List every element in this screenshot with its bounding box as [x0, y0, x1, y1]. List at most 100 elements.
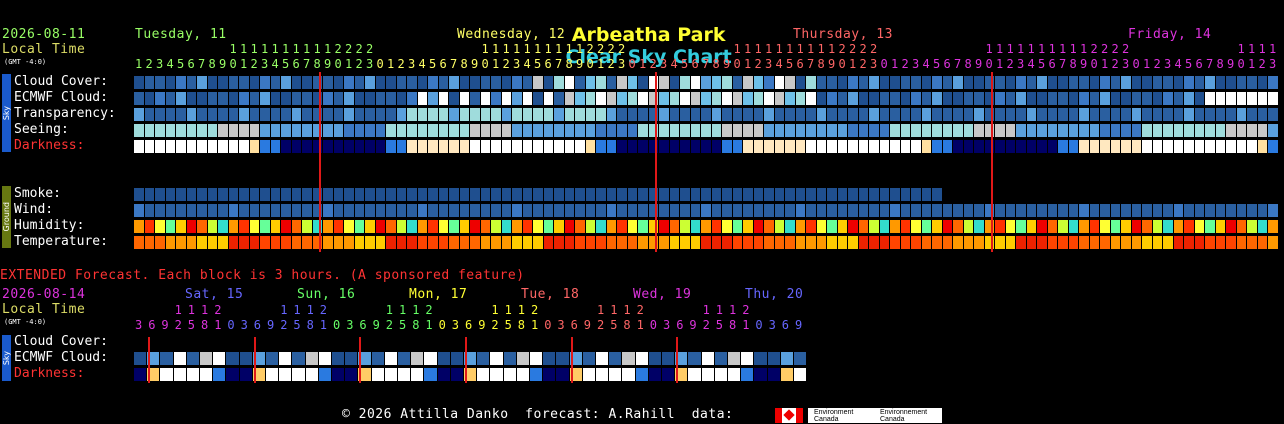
ext-sky-tab[interactable]: Sky: [2, 335, 11, 381]
temperature-cell: [1037, 236, 1047, 249]
darkness-cell: [900, 140, 910, 153]
ecmwf-cloud-cell: [1226, 92, 1236, 105]
darkness-cell: [459, 140, 469, 153]
darkness-cell: [260, 140, 270, 153]
ecmwf-cloud-cell: [1121, 92, 1131, 105]
humidity-cell: [501, 220, 511, 233]
temperature-cell: [396, 236, 406, 249]
humidity-cell: [249, 220, 259, 233]
temperature-cell: [1184, 236, 1194, 249]
temperature-cell: [480, 236, 490, 249]
hour-ones-digit: 9: [1080, 57, 1088, 71]
ext-hour-ones-digit: 8: [623, 318, 632, 332]
temperature-cell: [827, 236, 837, 249]
humidity-cell: [512, 220, 522, 233]
ext-darkness-cell: [226, 368, 239, 381]
ext-darkness-cell: [794, 368, 807, 381]
hour-ones-digit: 7: [303, 57, 311, 71]
ext-darkness-cell: [688, 368, 701, 381]
smoke-cell: [407, 188, 417, 201]
hour-ones-digit: 4: [1174, 57, 1183, 71]
temperature-cell: [438, 236, 448, 249]
smoke-cell: [197, 188, 207, 201]
ecmwf-cloud-cell: [1184, 92, 1194, 105]
darkness-cell: [1026, 140, 1036, 153]
seeing-cell: [1142, 124, 1152, 137]
cloud-cover-cell: [1194, 76, 1204, 89]
seeing-cell: [1016, 124, 1026, 137]
smoke-cell: [470, 188, 480, 201]
humidity-cell: [134, 220, 144, 233]
wind-cell: [144, 204, 154, 217]
ext-hour-ones-digit: 2: [491, 318, 500, 332]
sky-tab[interactable]: Sky: [2, 74, 11, 152]
transparency-cell: [281, 108, 291, 121]
ecmwf-cloud-cell: [1152, 92, 1162, 105]
ecmwf-cloud-cell: [134, 92, 144, 105]
seeing-cell: [459, 124, 469, 137]
darkness-cell: [197, 140, 207, 153]
cloud-cover-cell: [1131, 76, 1141, 89]
ecmwf-cloud-cell: [1005, 92, 1015, 105]
ground-tab[interactable]: Ground: [2, 186, 11, 248]
ext-darkness-cell: [754, 368, 767, 381]
temperature-cell: [606, 236, 616, 249]
ecmwf-cloud-cell: [659, 92, 669, 105]
seeing-cell: [228, 124, 238, 137]
hour-tens-digit: 1: [292, 42, 301, 56]
smoke-cell: [386, 188, 396, 201]
transparency-cell: [596, 108, 606, 121]
transparency-cell: [732, 108, 742, 121]
temperature-cell: [365, 236, 375, 249]
temperature-cell: [816, 236, 826, 249]
ext-hour-ones-digit: 3: [346, 318, 354, 332]
ext-hour-tens-digit: 2: [531, 303, 539, 317]
transparency-cell: [1079, 108, 1089, 121]
ecmwf-cloud-cell: [1089, 92, 1099, 105]
humidity-cell: [1005, 220, 1015, 233]
cloud-cover-cell: [260, 76, 270, 89]
wind-cell: [648, 204, 658, 217]
cloud-cover-cell: [827, 76, 837, 89]
temperature-cell: [1205, 236, 1215, 249]
humidity-cell: [848, 220, 858, 233]
ext-hour-ones-digit: 6: [570, 318, 579, 332]
darkness-cell: [1079, 140, 1089, 153]
seeing-cell: [291, 124, 301, 137]
wind-cell: [522, 204, 532, 217]
wind-cell: [281, 204, 291, 217]
hour-ones-digit: 9: [324, 57, 332, 71]
temperature-cell: [1236, 236, 1246, 249]
transparency-cell: [407, 108, 417, 121]
ext-ecmwf-cell: [266, 352, 279, 365]
smoke-cell: [260, 188, 270, 201]
cloud-cover-cell: [711, 76, 721, 89]
temperature-cell: [197, 236, 207, 249]
seeing-cell: [963, 124, 973, 137]
darkness-cell: [218, 140, 228, 153]
smoke-cell: [344, 188, 354, 201]
cloud-cover-cell: [354, 76, 364, 89]
cloud-cover-cell: [753, 76, 763, 89]
humidity-cell: [1026, 220, 1036, 233]
seeing-cell: [396, 124, 406, 137]
wind-cell: [386, 204, 396, 217]
seeing-cell: [1236, 124, 1246, 137]
hour-ones-digit: 6: [544, 57, 553, 71]
seeing-cell: [354, 124, 364, 137]
temperature-cell: [291, 236, 301, 249]
ext-midnight-line: [148, 337, 151, 383]
seeing-cell: [953, 124, 963, 137]
transparency-cell: [438, 108, 448, 121]
darkness-cell: [774, 140, 784, 153]
extended-banner[interactable]: EXTENDED Forecast. Each block is 3 hours…: [0, 269, 525, 283]
cloud-cover-row: [134, 76, 1279, 89]
environment-canada-logo[interactable]: Environment Canada Environnement Canada: [808, 408, 942, 423]
cloud-cover-cell: [312, 76, 322, 89]
ext-darkness-cell: [371, 368, 384, 381]
darkness-cell: [1005, 140, 1015, 153]
ext-ecmwf-cell: [662, 352, 675, 365]
hour-tens-digit: 2: [1111, 42, 1120, 56]
canada-flag-logo[interactable]: [775, 408, 803, 423]
transparency-cell: [291, 108, 301, 121]
